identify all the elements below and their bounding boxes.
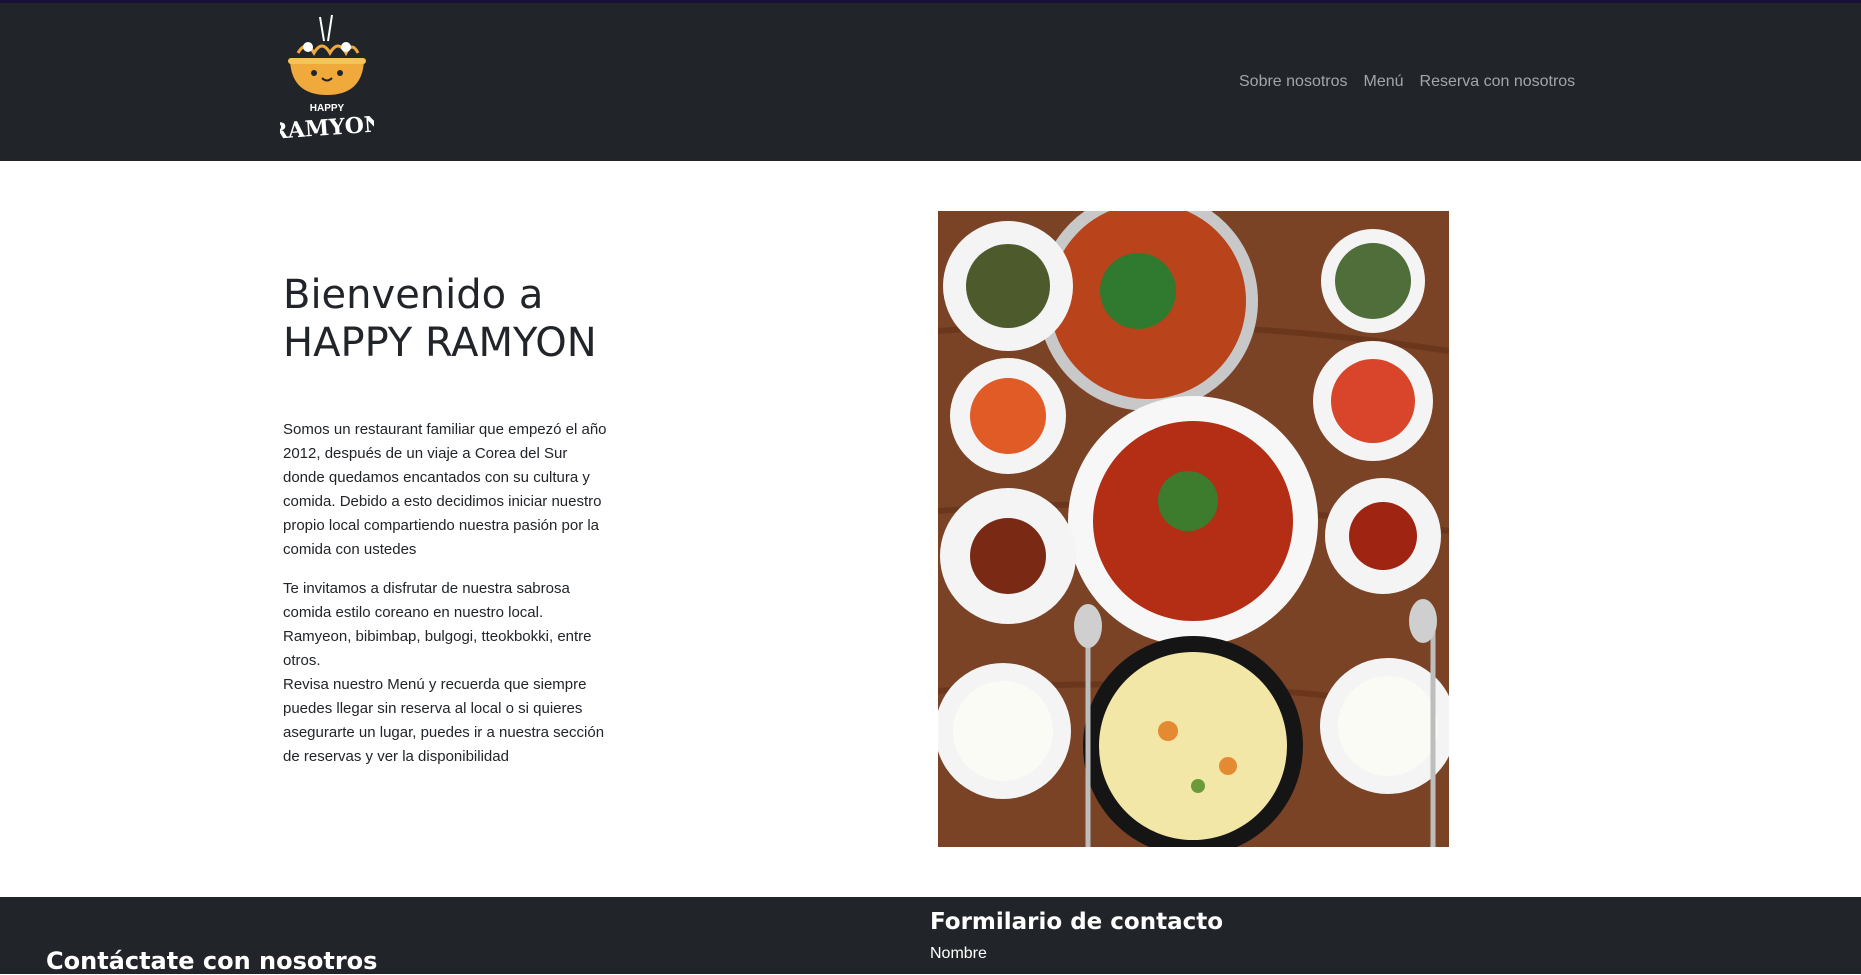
nav-link-about[interactable]: Sobre nosotros <box>1239 73 1348 91</box>
main-nav: Sobre nosotros Menú Reserva con nosotros <box>1239 73 1575 91</box>
brand-logo[interactable]: HAPPY RAMYON <box>269 13 385 153</box>
korean-food-photo <box>938 211 1449 847</box>
logo-main-text: RAMYON <box>280 111 374 145</box>
page-title: Bienvenido a HAPPY RAMYON <box>283 271 643 367</box>
ramen-bowl-icon: HAPPY RAMYON <box>269 14 385 145</box>
title-line-2: HAPPY RAMYON <box>283 320 597 366</box>
contact-form-title: Formilario de contacto <box>930 909 1224 935</box>
intro-text: Somos un restaurant familiar que empezó … <box>283 418 613 769</box>
name-field-label: Nombre <box>930 945 987 962</box>
nav-link-reservations[interactable]: Reserva con nosotros <box>1420 73 1576 91</box>
contact-title: Contáctate con nosotros <box>46 947 378 975</box>
logo-top-text: HAPPY <box>310 103 345 114</box>
hero-section: Bienvenido a HAPPY RAMYON Somos un resta… <box>0 161 1861 897</box>
intro-paragraph-3: Revisa nuestro Menú y recuerda que siemp… <box>283 676 605 765</box>
nav-link-menu[interactable]: Menú <box>1364 73 1404 91</box>
title-line-1: Bienvenido a <box>283 272 544 318</box>
contact-footer: Contáctate con nosotros Formilario de co… <box>0 897 1861 975</box>
navbar: HAPPY RAMYON Sobre nosotros Menú Reserva… <box>0 3 1861 161</box>
intro-paragraph-2: Te invitamos a disfrutar de nuestra sabr… <box>283 580 592 669</box>
intro-paragraph-1: Somos un restaurant familiar que empezó … <box>283 421 607 558</box>
